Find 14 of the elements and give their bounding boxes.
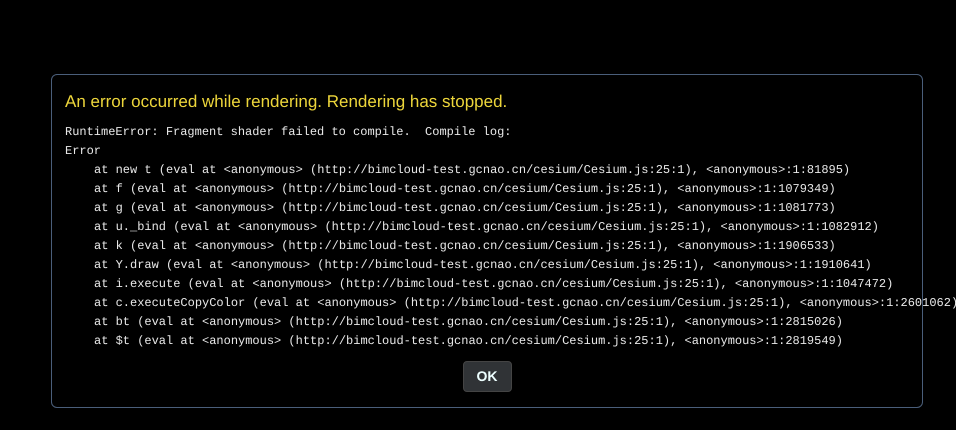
stack-trace-line: at u._bind (eval at <anonymous> (http://bimcloud-test.gcnao.cn/cesium/Cesium.js:25:1), <anonymous>:1:1082912) — [94, 219, 879, 236]
error-message-line: Error — [65, 143, 102, 160]
stack-trace-line: at new t (eval at <anonymous> (http://bimcloud-test.gcnao.cn/cesium/Cesium.js:25:1), <anonymous>:1:81895) — [94, 162, 850, 179]
stack-trace-line: at k (eval at <anonymous> (http://bimcloud-test.gcnao.cn/cesium/Cesium.js:25:1), <anonymous>:1:1906533) — [94, 238, 836, 255]
stack-trace-line: at i.execute (eval at <anonymous> (http://bimcloud-test.gcnao.cn/cesium/Cesium.js:25:1), <anonymous>:1:1047472) — [94, 276, 894, 293]
stack-trace-line: at $t (eval at <anonymous> (http://bimcloud-test.gcnao.cn/cesium/Cesium.js:25:1), <anonymous>:1:2819549) — [94, 333, 843, 350]
stack-trace-line: at g (eval at <anonymous> (http://bimcloud-test.gcnao.cn/cesium/Cesium.js:25:1), <anonymous>:1:1081773) — [94, 200, 836, 217]
dialog-title: An error occurred while rendering. Rendering has stopped. — [65, 91, 508, 113]
error-message-line: RuntimeError: Fragment shader failed to compile. Compile log: — [65, 124, 512, 141]
stack-trace-line: at bt (eval at <anonymous> (http://bimcloud-test.gcnao.cn/cesium/Cesium.js:25:1), <anonymous>:1:2815026) — [94, 314, 843, 331]
ok-button[interactable]: OK — [462, 361, 512, 392]
stack-trace-line: at Y.draw (eval at <anonymous> (http://bimcloud-test.gcnao.cn/cesium/Cesium.js:25:1), <anonymous>:1:1910641) — [94, 257, 872, 274]
stack-trace-line: at f (eval at <anonymous> (http://bimcloud-test.gcnao.cn/cesium/Cesium.js:25:1), <anonymous>:1:1079349) — [94, 181, 836, 198]
stack-trace-line: at c.executeCopyColor (eval at <anonymous> (http://bimcloud-test.gcnao.cn/cesium/Cesium.js:25:1), <anonymous>:1:2601062) — [94, 295, 956, 312]
